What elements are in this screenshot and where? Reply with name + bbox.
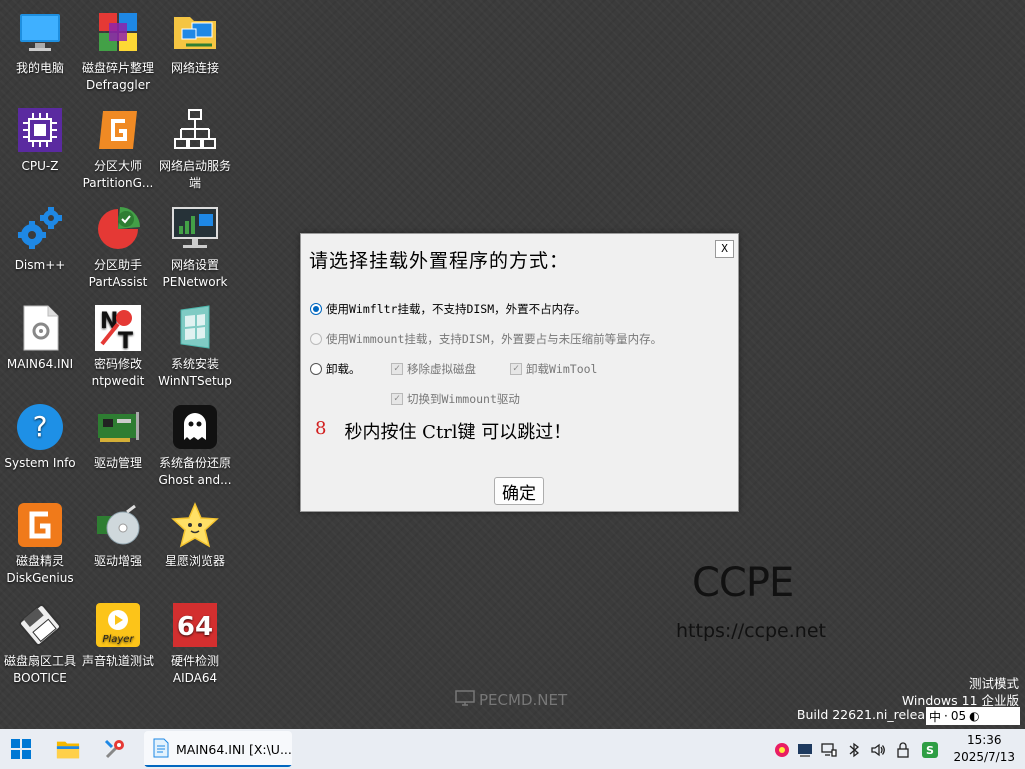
option-wimmount[interactable]: 使用Wimmount挂载，支持DISM，外置要占与未压缩前等量内存。 <box>310 331 662 347</box>
file-explorer-button[interactable] <box>56 737 80 761</box>
desktop-icon-star-browser[interactable]: 星愿浏览器 <box>155 501 235 570</box>
ime-dot-icon: · <box>944 709 948 723</box>
lock-battery-icon[interactable] <box>895 742 911 758</box>
desktop-icon-diskgenius[interactable]: 磁盘精灵 DiskGenius <box>0 501 80 587</box>
desktop-icon-partition-master[interactable]: 分区大师 PartitionG... <box>78 106 158 192</box>
network-monitor-icon <box>171 205 219 253</box>
tray-network-tool-icon[interactable] <box>797 742 813 758</box>
option-unmount[interactable]: 卸载。 <box>310 361 361 377</box>
desktop-icon-network-connections[interactable]: 网络连接 <box>155 8 235 77</box>
radio-wimmount[interactable] <box>310 333 322 345</box>
desktop-icon-cpuz[interactable]: CPU-Z <box>0 106 80 175</box>
mount-method-dialog: X 请选择挂载外置程序的方式： 使用Wimfltr挂载，不支持DISM，外置不占… <box>300 233 739 512</box>
ghost-icon <box>171 403 219 451</box>
driver-card-icon <box>94 403 142 451</box>
gears-icon <box>16 205 64 253</box>
bluetooth-icon[interactable] <box>846 742 862 758</box>
desktop-icon-my-computer[interactable]: 我的电脑 <box>0 8 80 77</box>
desktop-icon-driver-boost[interactable]: 驱动增强 <box>78 501 158 570</box>
tool-app-button[interactable] <box>103 737 127 761</box>
monitor-icon <box>455 690 475 710</box>
help-icon: ? <box>16 403 64 451</box>
desktop-icon-aida64[interactable]: 64 硬件检测 AIDA64 <box>155 601 235 687</box>
ccpe-brand: CCPE <box>692 560 794 606</box>
desktop-icon-ghost[interactable]: 系统备份还原 Ghost and... <box>155 403 235 489</box>
tray-app-icon[interactable] <box>774 742 790 758</box>
part-assist-icon <box>94 205 142 253</box>
winntsetup-icon <box>171 304 219 352</box>
nt-password-icon: NT <box>94 304 142 352</box>
system-clock[interactable]: 15:36 2025/7/13 <box>953 732 1015 766</box>
option-wimfltr[interactable]: 使用Wimfltr挂载，不支持DISM，外置不占内存。 <box>310 301 586 317</box>
player-icon: Player <box>94 601 142 649</box>
ini-file-icon <box>16 304 64 352</box>
countdown-seconds: 8 <box>315 418 327 439</box>
desktop-icon-system-info[interactable]: ? System Info <box>0 403 80 472</box>
ime-status-box[interactable]: 中 · 05 ◐ <box>926 707 1020 725</box>
desktop-icon-winntsetup[interactable]: 系统安装 WinNTSetup <box>155 304 235 390</box>
check-icon: ✓ <box>391 363 403 375</box>
checkbox-unload-wimtool[interactable]: ✓ 卸载WimTool <box>510 361 597 377</box>
svg-text:S: S <box>926 744 934 757</box>
desktop-icon-penetwork[interactable]: 网络设置 PENetwork <box>155 205 235 291</box>
taskbar: MAIN64.INI [X:\U... S 15:36 2025/7/13 <box>0 729 1025 769</box>
checkbox-remove-vdisk[interactable]: ✓ 移除虚拟磁盘 <box>391 361 476 377</box>
start-button[interactable] <box>9 737 33 761</box>
svg-text:N: N <box>100 309 118 334</box>
pecmd-watermark: PECMD.NET <box>455 690 567 710</box>
cpuz-icon <box>16 106 64 154</box>
check-icon: ✓ <box>391 393 403 405</box>
dialog-title: 请选择挂载外置程序的方式： <box>309 250 570 272</box>
taskbar-item-main64-ini[interactable]: MAIN64.INI [X:\U... <box>144 731 292 767</box>
tray-display-icon[interactable] <box>821 742 837 758</box>
radio-wimfltr[interactable] <box>310 303 322 315</box>
desktop-icon-dism[interactable]: Dism++ <box>0 205 80 274</box>
desktop-icon-ntpwedit[interactable]: NT 密码修改 ntpwedit <box>78 304 158 390</box>
svg-text:?: ? <box>33 410 48 443</box>
bootice-icon <box>16 601 64 649</box>
desktop-icon-main64-ini[interactable]: MAIN64.INI <box>0 304 80 373</box>
network-folder-icon <box>171 8 219 56</box>
star-browser-icon <box>171 501 219 549</box>
svg-text:T: T <box>118 329 133 352</box>
svg-text:Player: Player <box>102 634 134 645</box>
desktop-icon-defraggler[interactable]: 磁盘碎片整理 Defraggler <box>78 8 158 94</box>
folder-icon <box>56 741 80 759</box>
radio-unmount[interactable] <box>310 363 322 375</box>
countdown-message: 8 秒内按住 Ctrl键 可以跳过！ <box>315 418 572 443</box>
dialog-close-button[interactable]: X <box>715 240 734 258</box>
build-label: Build 22621.ni_relea <box>796 707 925 722</box>
ok-button[interactable]: 确定 <box>494 477 544 505</box>
aida64-icon: 64 <box>171 601 219 649</box>
tools-icon <box>104 739 124 759</box>
diskgenius-icon <box>16 501 64 549</box>
desktop-icon-network-boot[interactable]: 网络启动服务 端 <box>155 106 235 192</box>
check-icon: ✓ <box>510 363 522 375</box>
windows-logo-icon <box>11 739 31 759</box>
computer-icon <box>16 8 64 56</box>
volume-icon[interactable] <box>870 742 886 758</box>
ccpe-url: https://ccpe.net <box>676 620 826 642</box>
tray-green-app-icon[interactable]: S <box>922 742 938 758</box>
checkbox-switch-wimmount[interactable]: ✓ 切换到Wimmount驱动 <box>391 391 520 407</box>
defrag-icon <box>94 8 142 56</box>
notepad-icon <box>150 738 170 761</box>
desktop-icon-driver-manager[interactable]: 驱动管理 <box>78 403 158 472</box>
network-boot-icon <box>171 106 219 154</box>
driver-cd-icon <box>94 501 142 549</box>
partition-master-icon <box>94 106 142 154</box>
moon-icon: ◐ <box>969 709 980 723</box>
desktop-icon-sound-test[interactable]: Player 声音轨道测试 <box>78 601 158 670</box>
desktop-icon-bootice[interactable]: 磁盘扇区工具 BOOTICE <box>0 601 80 687</box>
svg-text:64: 64 <box>177 612 213 642</box>
desktop-icon-partassist[interactable]: 分区助手 PartAssist <box>78 205 158 291</box>
